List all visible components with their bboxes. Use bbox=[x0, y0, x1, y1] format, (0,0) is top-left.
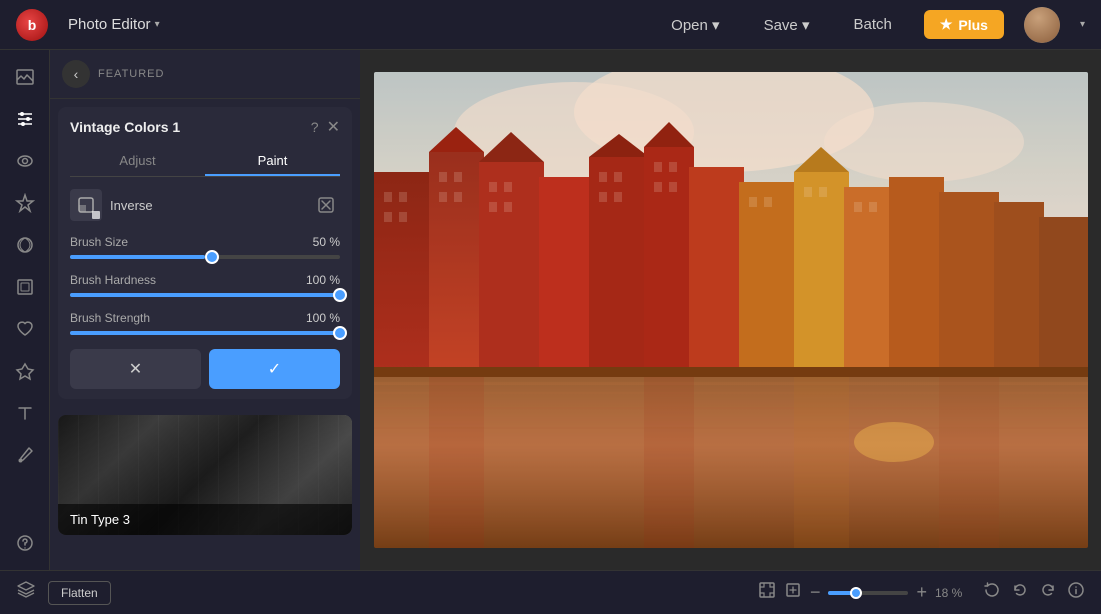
redo-button[interactable] bbox=[1039, 581, 1057, 604]
plus-star-icon: ★ bbox=[940, 16, 953, 33]
zoom-controls: − + 18 % bbox=[758, 581, 971, 604]
thumbnail-tin-type[interactable]: Tin Type 3 bbox=[58, 415, 352, 535]
brush-strength-track[interactable] bbox=[70, 331, 340, 335]
app-title-text: Photo Editor bbox=[68, 16, 151, 33]
filter-icons: ? ✕ bbox=[311, 117, 340, 137]
brush-hardness-label: Brush Hardness bbox=[70, 273, 156, 287]
erase-button[interactable] bbox=[312, 191, 340, 219]
layers-icon[interactable] bbox=[16, 580, 36, 605]
expand-button[interactable] bbox=[784, 581, 802, 604]
filter-panel: Vintage Colors 1 ? ✕ Adjust Paint bbox=[58, 107, 352, 399]
brush-hardness-fill bbox=[70, 293, 340, 297]
brush-size-value: 50 % bbox=[313, 235, 340, 249]
info-button[interactable] bbox=[1067, 581, 1085, 604]
brush-hardness-track[interactable] bbox=[70, 293, 340, 297]
icon-bar-brush[interactable] bbox=[6, 436, 44, 474]
brush-size-label: Brush Size bbox=[70, 235, 128, 249]
cancel-button[interactable]: ✕ bbox=[70, 349, 201, 389]
app-title-arrow: ▾ bbox=[155, 19, 160, 30]
tabs: Adjust Paint bbox=[70, 147, 340, 177]
brush-size-fill bbox=[70, 255, 205, 259]
icon-bar-sliders[interactable] bbox=[6, 100, 44, 138]
brush-strength-value: 100 % bbox=[306, 311, 340, 325]
icon-bar-overlays[interactable] bbox=[6, 226, 44, 264]
zoom-slider-thumb[interactable] bbox=[850, 587, 862, 599]
zoom-in-button[interactable]: + bbox=[916, 582, 927, 603]
brush-hardness-slider-row: Brush Hardness 100 % bbox=[70, 273, 340, 297]
batch-button[interactable]: Batch bbox=[841, 12, 903, 37]
filter-help-icon[interactable]: ? bbox=[311, 119, 319, 135]
plus-label: Plus bbox=[958, 17, 988, 33]
filter-close-button[interactable]: ✕ bbox=[327, 117, 340, 137]
tab-adjust[interactable]: Adjust bbox=[70, 147, 205, 176]
side-panel: ‹ FEATURED Vintage Colors 1 ? ✕ Adjust P… bbox=[50, 50, 360, 570]
brush-hardness-value: 100 % bbox=[306, 273, 340, 287]
icon-bar bbox=[0, 50, 50, 570]
filter-title-row: Vintage Colors 1 ? ✕ bbox=[70, 117, 340, 137]
flatten-button[interactable]: Flatten bbox=[48, 581, 111, 605]
icon-bar-eye[interactable] bbox=[6, 142, 44, 180]
fit-button[interactable] bbox=[758, 581, 776, 604]
brush-strength-thumb[interactable] bbox=[333, 326, 347, 340]
app-title-button[interactable]: Photo Editor ▾ bbox=[68, 16, 160, 33]
inverse-label: Inverse bbox=[110, 198, 304, 213]
brush-strength-slider-row: Brush Strength 100 % bbox=[70, 311, 340, 335]
save-button[interactable]: Save ▾ bbox=[752, 12, 822, 38]
panel-header: ‹ FEATURED bbox=[50, 50, 360, 99]
inverse-row: Inverse bbox=[70, 189, 340, 221]
avatar-image bbox=[1024, 7, 1060, 43]
action-row: ✕ ✓ bbox=[70, 349, 340, 389]
canvas-photo-svg bbox=[374, 72, 1088, 548]
canvas-area[interactable] bbox=[360, 50, 1101, 570]
topbar: b Photo Editor ▾ Open ▾ Save ▾ Batch ★ P… bbox=[0, 0, 1101, 50]
undo-button[interactable] bbox=[1011, 581, 1029, 604]
cycle-button[interactable] bbox=[983, 581, 1001, 604]
thumbnail-label: Tin Type 3 bbox=[58, 504, 352, 535]
icon-bar-help[interactable] bbox=[6, 524, 44, 562]
avatar[interactable] bbox=[1024, 7, 1060, 43]
brush-size-thumb[interactable] bbox=[205, 250, 219, 264]
main-area: ‹ FEATURED Vintage Colors 1 ? ✕ Adjust P… bbox=[0, 50, 1101, 570]
tab-paint[interactable]: Paint bbox=[205, 147, 340, 176]
featured-label: FEATURED bbox=[98, 68, 164, 80]
zoom-value: 18 % bbox=[935, 586, 971, 600]
bottom-actions bbox=[983, 581, 1085, 604]
app-logo: b bbox=[16, 9, 48, 41]
open-button[interactable]: Open ▾ bbox=[659, 12, 731, 38]
zoom-slider-track[interactable] bbox=[828, 591, 908, 595]
icon-bar-effects[interactable] bbox=[6, 184, 44, 222]
brush-size-slider-row: Brush Size 50 % bbox=[70, 235, 340, 259]
icon-bar-stamp[interactable] bbox=[6, 352, 44, 390]
icon-bar-text[interactable] bbox=[6, 394, 44, 432]
brush-hardness-thumb[interactable] bbox=[333, 288, 347, 302]
canvas-image bbox=[374, 72, 1088, 548]
brush-strength-label: Brush Strength bbox=[70, 311, 150, 325]
brush-size-track[interactable] bbox=[70, 255, 340, 259]
icon-bar-heart[interactable] bbox=[6, 310, 44, 348]
inverse-icon[interactable] bbox=[70, 189, 102, 221]
bottom-bar: Flatten − + 18 % bbox=[0, 570, 1101, 614]
icon-bar-image[interactable] bbox=[6, 58, 44, 96]
cursor-indicator bbox=[92, 211, 100, 219]
confirm-button[interactable]: ✓ bbox=[209, 349, 340, 389]
plus-button[interactable]: ★ Plus bbox=[924, 10, 1004, 39]
brush-strength-fill bbox=[70, 331, 340, 335]
zoom-out-button[interactable]: − bbox=[810, 582, 821, 603]
avatar-arrow[interactable]: ▾ bbox=[1080, 19, 1085, 30]
filter-title: Vintage Colors 1 bbox=[70, 119, 180, 135]
back-button[interactable]: ‹ bbox=[62, 60, 90, 88]
icon-bar-frame[interactable] bbox=[6, 268, 44, 306]
